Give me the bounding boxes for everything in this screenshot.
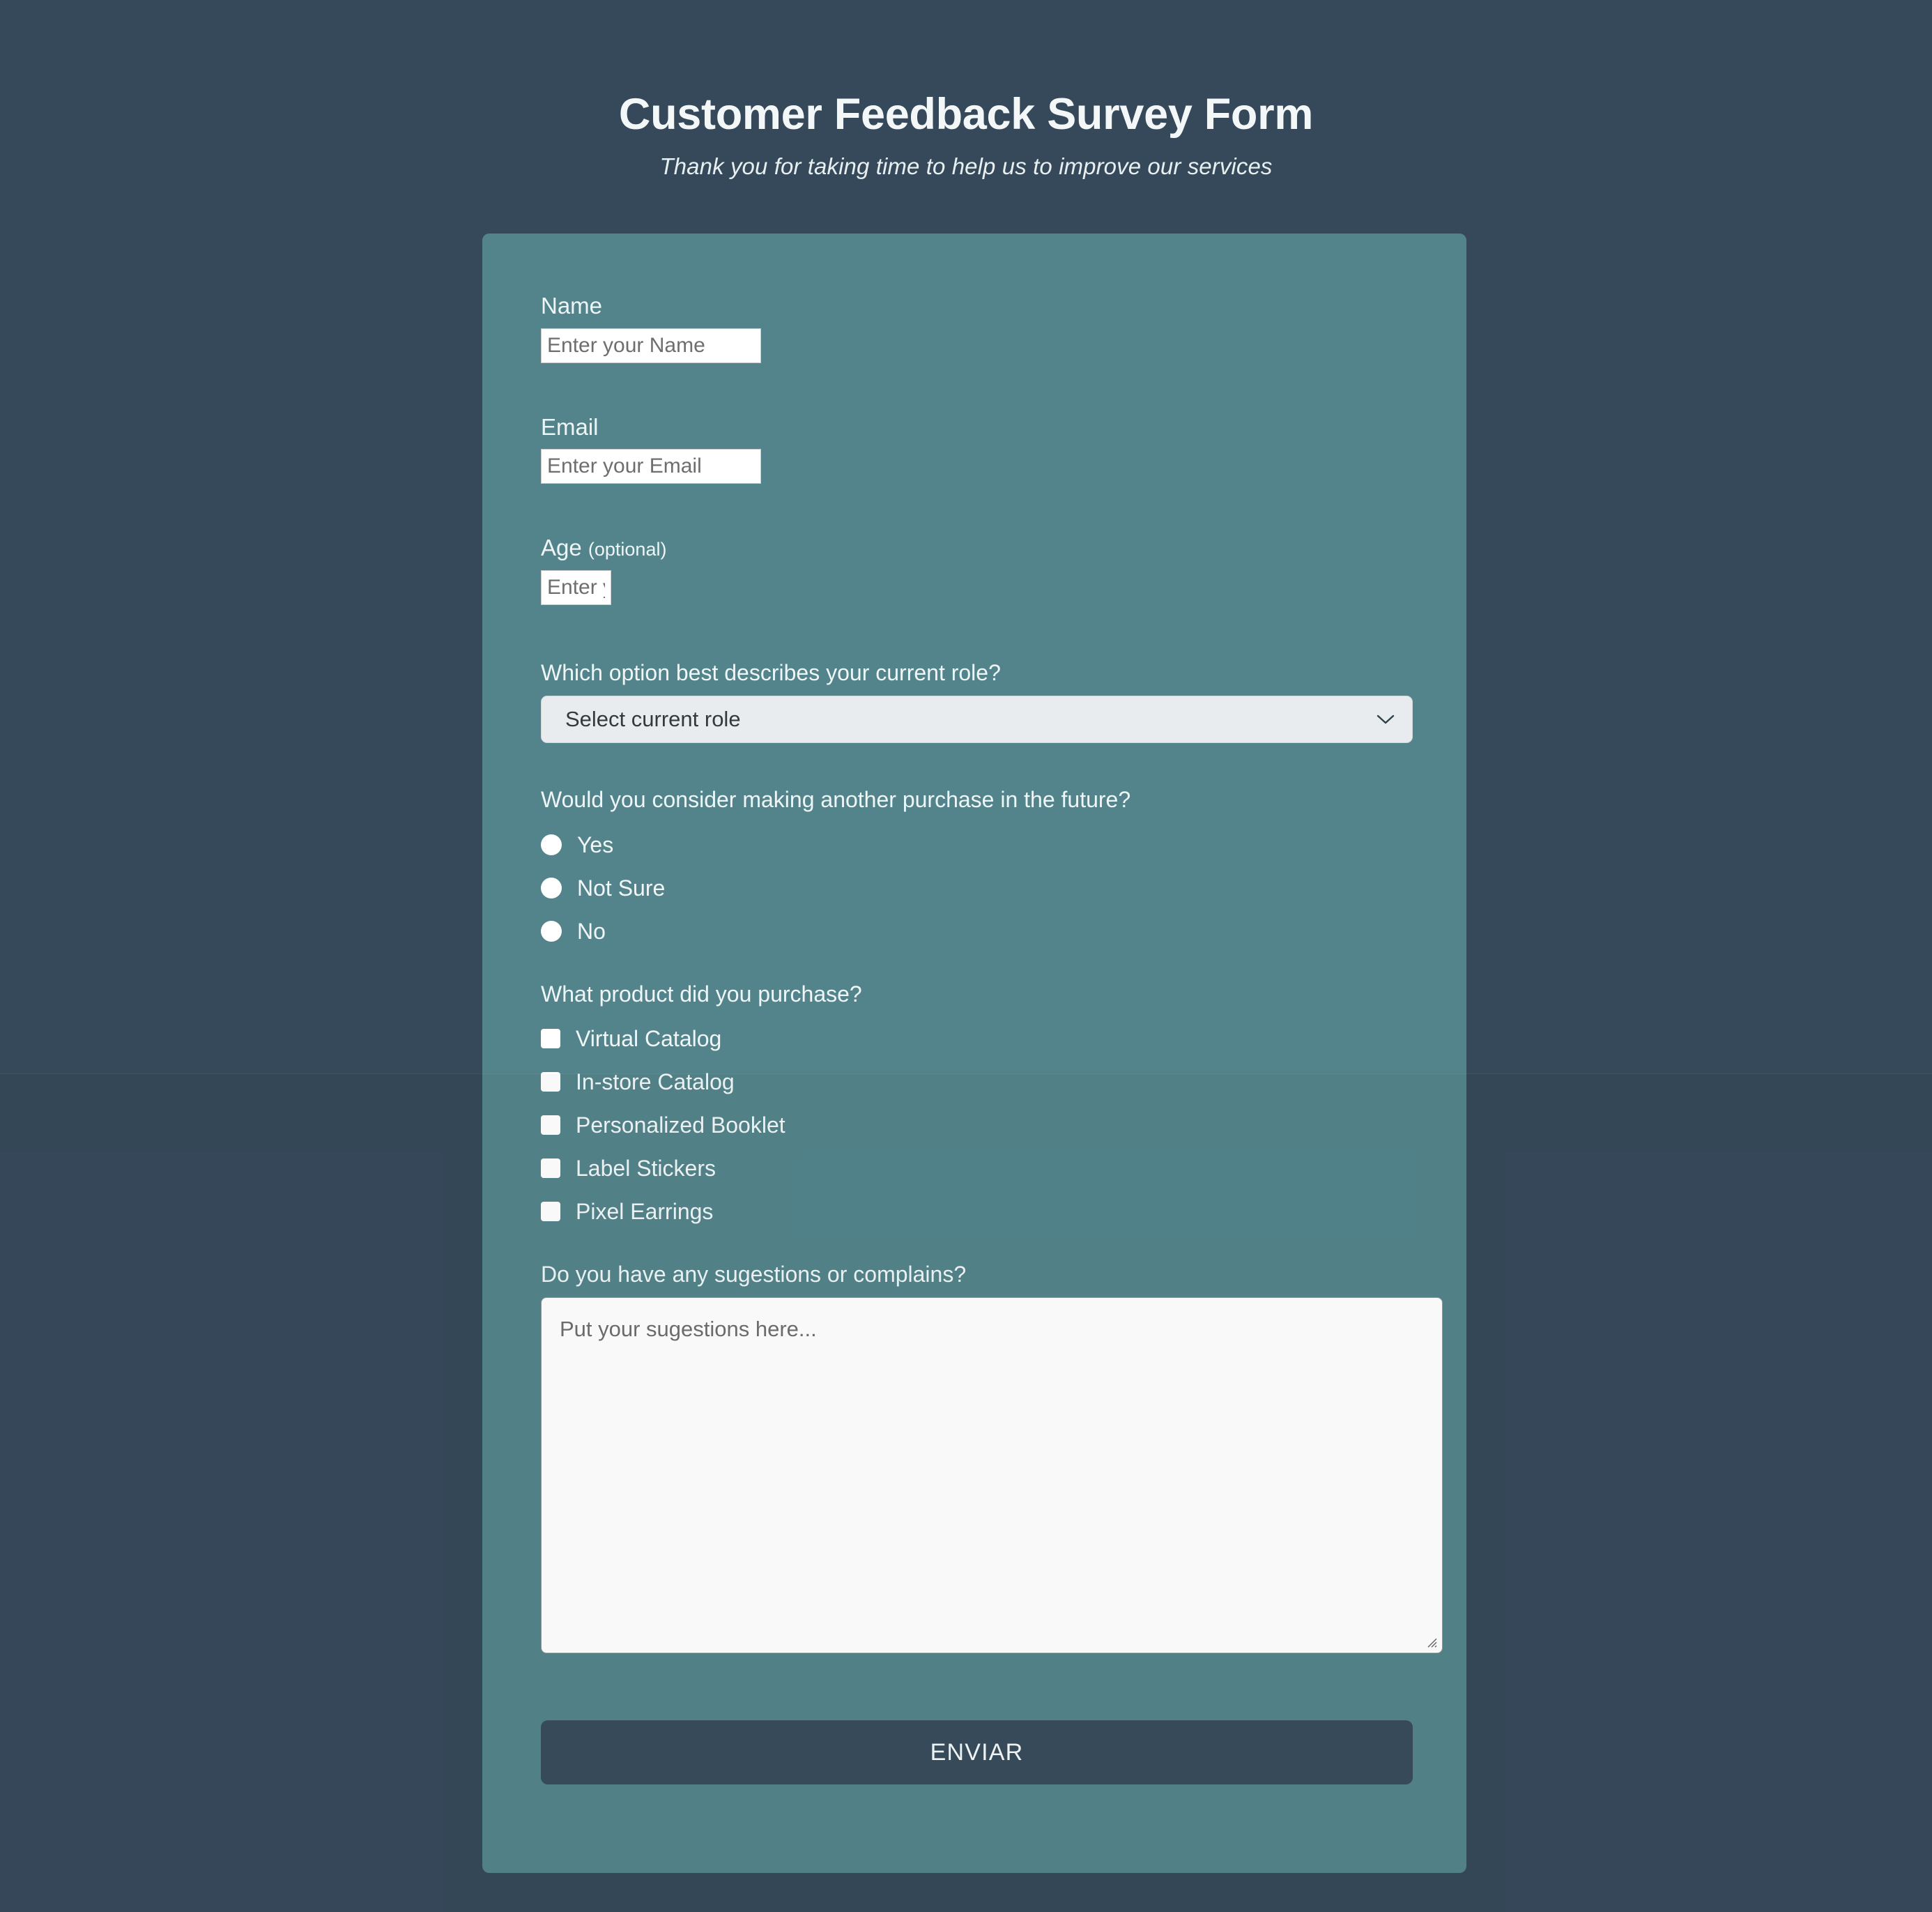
radio-button-icon[interactable] bbox=[541, 877, 562, 898]
suggestions-question-group: Do you have any sugestions or complains? bbox=[482, 1261, 1466, 1654]
submit-button-wrapper: ENVIAR bbox=[482, 1653, 1466, 1785]
role-select-wrapper: Select current role bbox=[541, 696, 1413, 744]
role-select[interactable]: Select current role bbox=[541, 696, 1413, 744]
name-input[interactable] bbox=[541, 328, 761, 363]
checkbox-icon[interactable] bbox=[541, 1028, 560, 1048]
purchase-question-group: Would you consider making another purcha… bbox=[482, 786, 1466, 952]
checkbox-option-personalized-booklet[interactable]: Personalized Booklet bbox=[541, 1103, 1466, 1147]
name-label: Name bbox=[541, 293, 603, 319]
checkbox-label-label-stickers: Label Stickers bbox=[576, 1155, 716, 1181]
radio-button-icon[interactable] bbox=[541, 834, 562, 855]
email-input[interactable] bbox=[541, 449, 761, 484]
role-question-group: Which option best describes your current… bbox=[482, 659, 1466, 744]
page-header: Customer Feedback Survey Form Thank you … bbox=[0, 0, 1932, 180]
radio-label-not-sure: Not Sure bbox=[577, 875, 666, 901]
checkbox-label-virtual-catalog: Virtual Catalog bbox=[576, 1025, 722, 1051]
checkbox-label-personalized-booklet: Personalized Booklet bbox=[576, 1112, 785, 1138]
checkbox-icon[interactable] bbox=[541, 1201, 560, 1221]
checkbox-option-pixel-earrings[interactable]: Pixel Earrings bbox=[541, 1190, 1466, 1233]
suggestions-question-label: Do you have any sugestions or complains? bbox=[541, 1261, 967, 1287]
checkbox-label-pixel-earrings: Pixel Earrings bbox=[576, 1198, 714, 1224]
age-label-optional: (optional) bbox=[588, 539, 667, 560]
email-label: Email bbox=[541, 413, 599, 440]
email-field-group: Email bbox=[482, 413, 1466, 484]
age-field-group: Age (optional) bbox=[482, 534, 1466, 605]
suggestions-textarea[interactable] bbox=[541, 1297, 1443, 1654]
checkbox-icon[interactable] bbox=[541, 1115, 560, 1135]
product-question-label: What product did you purchase? bbox=[541, 981, 862, 1007]
radio-button-icon[interactable] bbox=[541, 920, 562, 942]
purchase-question-label: Would you consider making another purcha… bbox=[541, 787, 1131, 813]
checkbox-option-virtual-catalog[interactable]: Virtual Catalog bbox=[541, 1017, 1466, 1060]
survey-form-card: Name Email Age (optional) Which option b… bbox=[482, 234, 1466, 1873]
checkbox-label-in-store-catalog: In-store Catalog bbox=[576, 1069, 735, 1094]
product-question-group: What product did you purchase? Virtual C… bbox=[482, 981, 1466, 1233]
checkbox-option-in-store-catalog[interactable]: In-store Catalog bbox=[541, 1060, 1466, 1103]
radio-option-no[interactable]: No bbox=[541, 910, 1466, 953]
page-subtitle: Thank you for taking time to help us to … bbox=[659, 153, 1273, 180]
checkbox-option-label-stickers[interactable]: Label Stickers bbox=[541, 1147, 1466, 1190]
submit-button[interactable]: ENVIAR bbox=[541, 1720, 1413, 1785]
checkbox-icon[interactable] bbox=[541, 1158, 560, 1178]
age-input[interactable] bbox=[541, 569, 611, 605]
radio-option-yes[interactable]: Yes bbox=[541, 823, 1466, 866]
suggestions-textarea-wrapper bbox=[541, 1297, 1443, 1654]
radio-label-yes: Yes bbox=[577, 832, 614, 857]
checkbox-icon[interactable] bbox=[541, 1071, 560, 1092]
age-label: Age (optional) bbox=[541, 534, 1466, 562]
radio-label-no: No bbox=[577, 918, 606, 944]
name-field-group: Name bbox=[482, 292, 1466, 363]
role-question-label: Which option best describes your current… bbox=[541, 659, 1001, 685]
age-label-text: Age bbox=[541, 535, 582, 561]
page-title: Customer Feedback Survey Form bbox=[618, 90, 1314, 139]
radio-option-not-sure[interactable]: Not Sure bbox=[541, 866, 1466, 910]
